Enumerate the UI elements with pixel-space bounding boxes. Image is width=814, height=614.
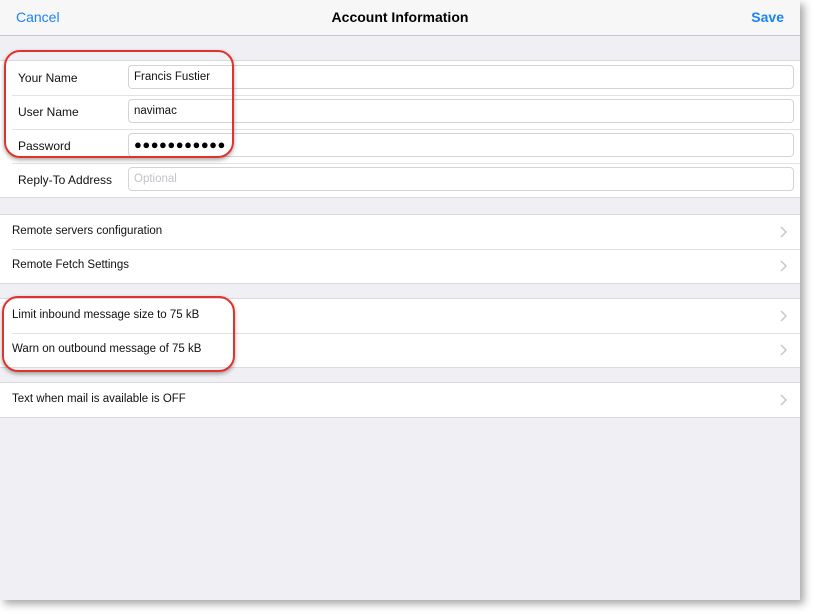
remote-fetch-settings-row[interactable]: Remote Fetch Settings <box>0 249 800 283</box>
password-field[interactable]: ●●●●●●●●●●● <box>128 133 794 157</box>
your-name-field[interactable]: Francis Fustier <box>128 65 794 89</box>
chevron-right-icon <box>780 226 788 238</box>
account-fields-group: Your Name Francis Fustier User Name navi… <box>0 60 800 198</box>
reply-to-label: Reply-To Address <box>18 173 113 187</box>
navigation-bar: Cancel Account Information Save <box>0 0 800 36</box>
warn-outbound-row[interactable]: Warn on outbound message of 75 kB <box>0 333 800 367</box>
notifications-group: Text when mail is available is OFF <box>0 382 800 418</box>
user-name-row: User Name navimac <box>0 95 800 129</box>
password-row: Password ●●●●●●●●●●● <box>0 129 800 163</box>
limit-inbound-label: Limit inbound message size to 75 kB <box>12 309 200 321</box>
page-title: Account Information <box>331 9 469 25</box>
reply-to-field[interactable]: Optional <box>128 167 794 191</box>
chevron-right-icon <box>780 260 788 272</box>
remote-servers-configuration-label: Remote servers configuration <box>12 225 163 237</box>
remote-servers-configuration-row[interactable]: Remote servers configuration <box>0 215 800 249</box>
chevron-right-icon <box>780 394 788 406</box>
remote-fetch-settings-label: Remote Fetch Settings <box>12 259 129 271</box>
save-button[interactable]: Save <box>751 9 784 25</box>
text-when-mail-available-row[interactable]: Text when mail is available is OFF <box>0 383 800 417</box>
your-name-row: Your Name Francis Fustier <box>0 61 800 95</box>
password-label: Password <box>18 139 71 153</box>
warn-outbound-label: Warn on outbound message of 75 kB <box>12 343 202 355</box>
user-name-field[interactable]: navimac <box>128 99 794 123</box>
text-when-mail-available-label: Text when mail is available is OFF <box>12 393 186 405</box>
message-limits-group: Limit inbound message size to 75 kB Warn… <box>0 298 800 368</box>
limit-inbound-row[interactable]: Limit inbound message size to 75 kB <box>0 299 800 333</box>
chevron-right-icon <box>780 310 788 322</box>
server-settings-group: Remote servers configuration Remote Fetc… <box>0 214 800 284</box>
your-name-label: Your Name <box>18 71 78 85</box>
chevron-right-icon <box>780 344 788 356</box>
user-name-label: User Name <box>18 105 79 119</box>
reply-to-row: Reply-To Address Optional <box>0 163 800 197</box>
account-information-screen: Cancel Account Information Save Your Nam… <box>0 0 800 600</box>
